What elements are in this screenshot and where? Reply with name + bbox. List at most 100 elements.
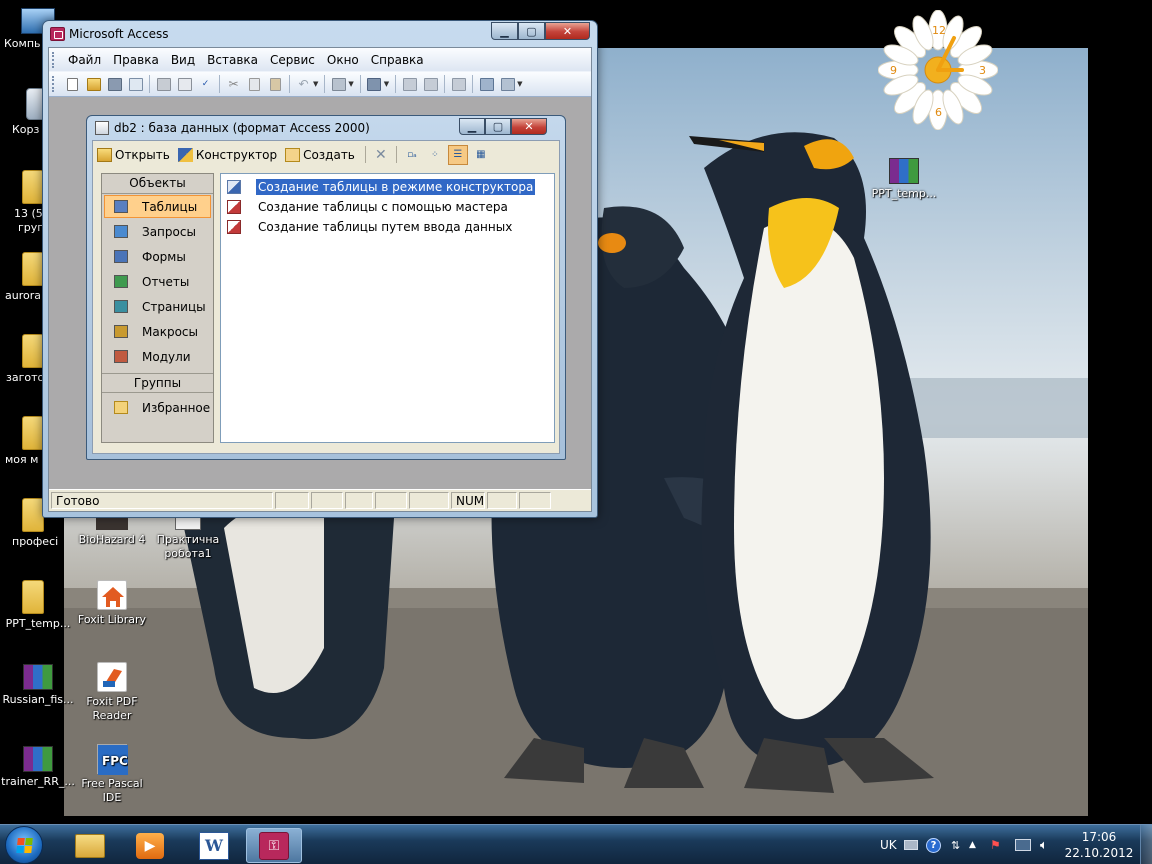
access-app-icon[interactable] [50,27,65,41]
language-indicator[interactable]: UK [880,825,897,864]
details-view-button[interactable]: ▦ [471,145,491,165]
menu-edit[interactable]: Правка [107,51,165,69]
office-links-icon [331,77,346,91]
desktop-icon-label: Практична робота1 [156,533,220,560]
close-button[interactable]: ✕ [545,22,590,40]
desktop-icon-archive-ppt-temp[interactable]: PPT_temp... [866,158,942,201]
toolbar-separator [364,146,366,163]
undo-dropdown[interactable]: ▼ [313,80,318,88]
db-maximize-button[interactable]: ▢ [485,118,511,135]
new-button[interactable] [63,75,82,94]
num-lock-indicator: NUM [451,492,485,509]
db-minimize-button[interactable]: ▁ [459,118,485,135]
groups-header[interactable]: Группы [102,373,213,393]
tray-network-icon[interactable] [1015,825,1031,864]
spelling-button[interactable]: ✓ [196,75,215,94]
object-label: Макросы [142,324,198,339]
paste-button[interactable] [266,75,285,94]
create-button[interactable]: Создать [285,147,355,162]
search-button[interactable] [126,75,145,94]
desktop-icon-foxit-reader[interactable]: Foxit PDF Reader [74,662,150,723]
new-object-dropdown[interactable]: ▼ [517,80,522,88]
maximize-button[interactable]: ▢ [518,22,545,40]
menu-help[interactable]: Справка [365,51,430,69]
object-queries[interactable]: Запросы [102,219,213,244]
tray-show-hidden-icon[interactable]: ▲ [969,825,976,864]
windows-logo-icon [16,838,34,854]
copy-button[interactable] [245,75,264,94]
analyze-icon [367,77,382,91]
group-favorites[interactable]: Избранное [102,395,213,420]
tray-action-center-icon[interactable]: ⚑ [990,825,1001,864]
code-button[interactable] [400,75,419,94]
analyze-button[interactable] [365,75,384,94]
analyze-dropdown[interactable]: ▼ [384,80,389,88]
menu-view[interactable]: Вид [165,51,201,69]
undo-button[interactable]: ↶ [294,75,313,94]
minimize-button[interactable]: ▁ [491,22,518,40]
menu-file[interactable]: Файл [62,51,107,69]
desktop-icon-foxit-library[interactable]: Foxit Library [74,580,150,627]
save-button[interactable] [105,75,124,94]
list-item-create-data-entry[interactable]: Создание таблицы путем ввода данных [221,217,554,237]
status-pane [409,492,449,509]
db-close-button[interactable]: ✕ [511,118,547,135]
delete-button[interactable]: ✕ [371,145,391,165]
large-icons-button[interactable]: ▫ₐ [402,145,422,165]
list-item-create-design[interactable]: Создание таблицы в режиме конструктора [221,177,554,197]
objects-panel: Объекты Таблицы Запросы Формы Отчеты Стр… [101,173,214,443]
list-view-button[interactable]: ☰ [447,144,468,165]
objects-header[interactable]: Объекты [102,174,213,194]
taskbar-explorer-button[interactable] [62,828,118,863]
tray-settings-icon[interactable]: ⇅ [951,825,960,864]
desktop-icon-archive-trainer[interactable]: trainer_RR_... [0,746,76,789]
object-reports[interactable]: Отчеты [102,269,213,294]
object-modules[interactable]: Модули [102,344,213,369]
small-icons-button[interactable]: ⁘ [425,145,445,165]
object-pages[interactable]: Страницы [102,294,213,319]
new-object-button[interactable] [498,75,517,94]
folder-icon [22,416,44,450]
tray-volume-icon[interactable]: 🔈︎ [1040,825,1048,864]
start-button[interactable] [5,826,43,864]
list-item-label: Создание таблицы с помощью мастера [258,200,508,214]
open-button[interactable] [84,75,103,94]
desktop-icon-archive-russian[interactable]: Russian_fis... [0,664,76,707]
design-button[interactable]: Конструктор [177,147,277,162]
taskbar-access-button[interactable]: ⚿ [246,828,302,863]
open-object-button[interactable]: Открыть [97,147,170,162]
access-window[interactable]: Microsoft Access ▁ ▢ ✕ Файл Правка Вид В… [42,20,598,518]
taskbar-media-player-button[interactable]: ▶ [122,828,178,863]
database-window[interactable]: db2 : база данных (формат Access 2000) ▁… [86,115,566,460]
toolbar-grip[interactable] [52,76,58,92]
clock-time: 17:06 [1081,830,1117,844]
clock-gadget[interactable]: 12 3 6 9 [877,9,999,131]
menu-tools[interactable]: Сервис [264,51,321,69]
cut-button[interactable]: ✂ [224,75,243,94]
object-tables[interactable]: Таблицы [104,195,211,218]
taskbar-word-button[interactable]: W [186,828,242,863]
menu-window[interactable]: Окно [321,51,365,69]
taskbar-clock[interactable]: 17:06 22.10.2012 [1064,829,1134,861]
object-forms[interactable]: Формы [102,244,213,269]
database-icon[interactable] [95,121,109,135]
object-macros[interactable]: Макросы [102,319,213,344]
relationships-button[interactable] [477,75,496,94]
desktop-screen: Компь Корз 13 (5 груп aurora загото моя … [0,0,1152,864]
menubar-grip[interactable] [52,51,58,68]
list-item-create-wizard[interactable]: Создание таблицы с помощью мастера [221,197,554,217]
tray-help-icon[interactable]: ? [926,825,941,864]
menu-insert[interactable]: Вставка [201,51,264,69]
office-links-button[interactable] [329,75,348,94]
access-titlebar[interactable]: Microsoft Access ▁ ▢ ✕ [43,21,597,47]
tray-keyboard-icon[interactable] [904,825,918,864]
database-titlebar[interactable]: db2 : база данных (формат Access 2000) ▁… [87,116,565,140]
desktop-icon-free-pascal[interactable]: FPC Free Pascal IDE [74,744,150,805]
script-button[interactable] [421,75,440,94]
office-links-dropdown[interactable]: ▼ [348,80,353,88]
desktop-icon-folder-ppt-temp[interactable]: PPT_temp... [0,580,76,631]
properties-button[interactable] [449,75,468,94]
print-preview-button[interactable] [175,75,194,94]
print-button[interactable] [154,75,173,94]
show-desktop-button[interactable] [1140,825,1152,864]
